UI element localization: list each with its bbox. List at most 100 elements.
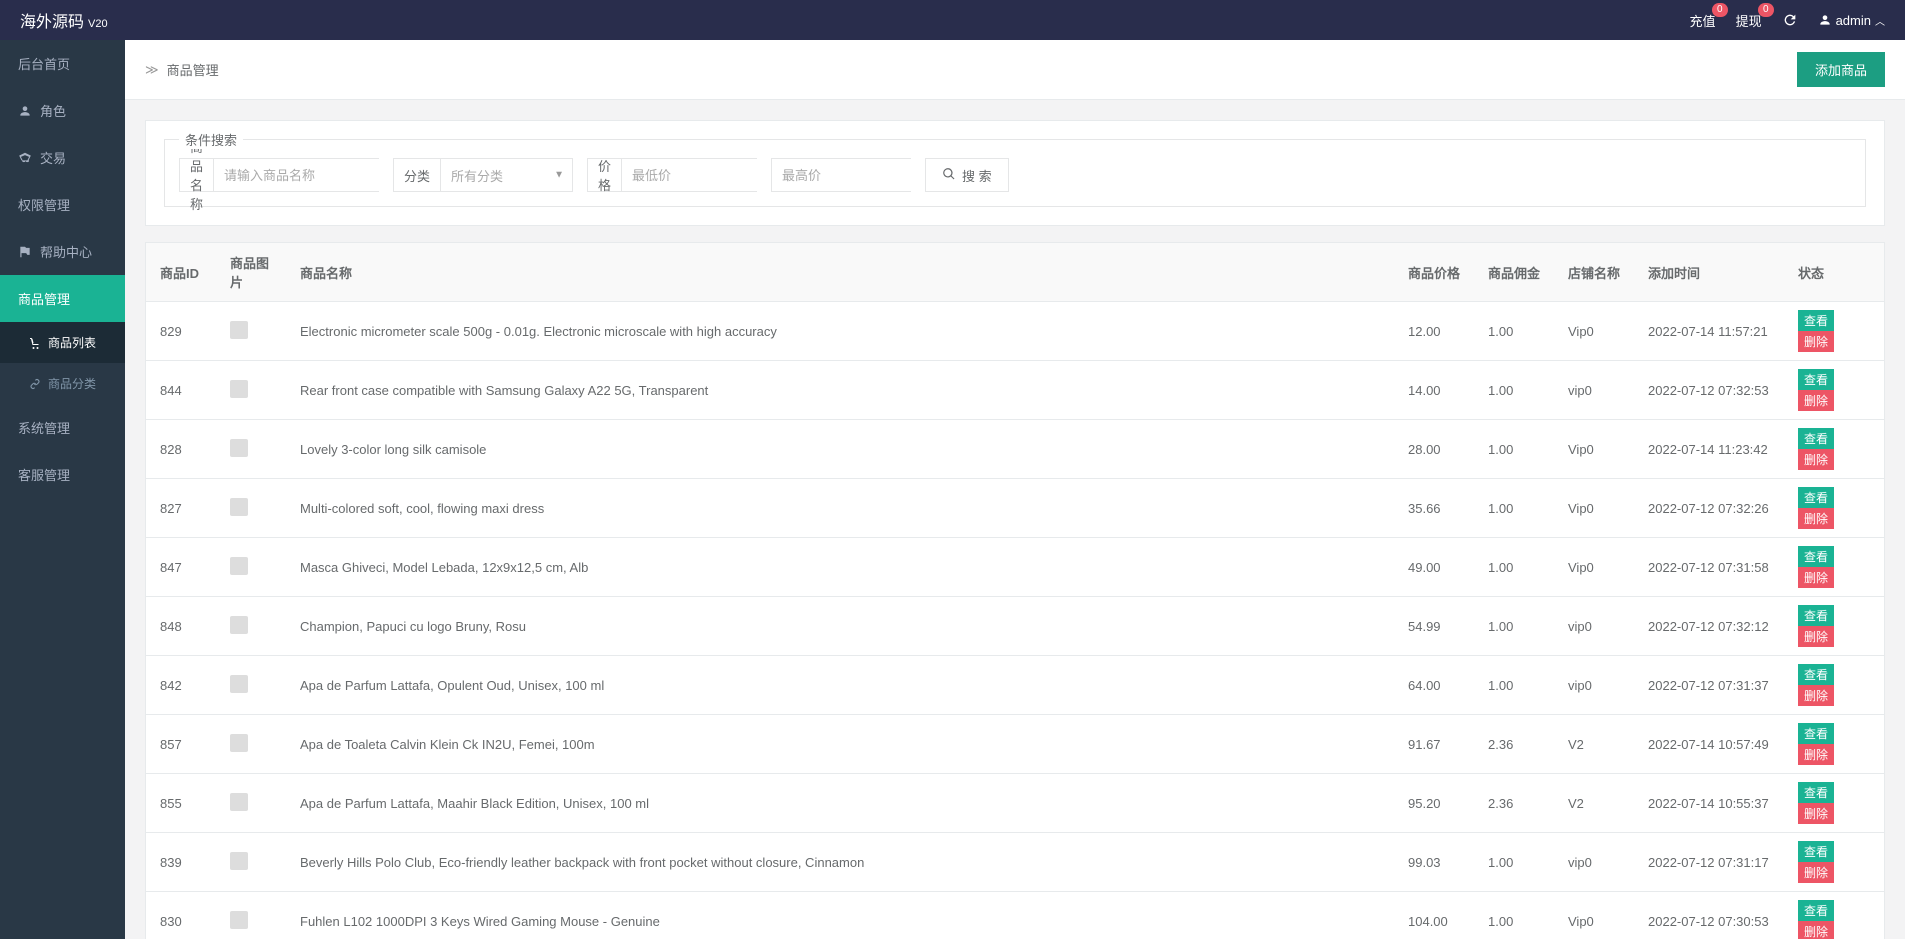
delete-button[interactable]: 删除 — [1798, 449, 1834, 470]
delete-button[interactable]: 删除 — [1798, 390, 1834, 411]
table-row: 848Champion, Papuci cu logo Bruny, Rosu5… — [146, 597, 1884, 656]
table-row: 842Apa de Parfum Lattafa, Opulent Oud, U… — [146, 656, 1884, 715]
sidebar-sub-product-cat[interactable]: 商品分类 — [0, 363, 125, 404]
cell-commission: 1.00 — [1474, 833, 1554, 892]
cell-shop: V2 — [1554, 774, 1634, 833]
recharge-badge: 0 — [1712, 3, 1728, 17]
th-status: 状态 — [1784, 243, 1884, 302]
cell-name: Apa de Toaleta Calvin Klein Ck IN2U, Fem… — [286, 715, 1394, 774]
sidebar-item-help[interactable]: 帮助中心 — [0, 228, 125, 275]
sidebar-sub-product-list[interactable]: 商品列表 — [0, 322, 125, 363]
product-thumb — [230, 439, 248, 457]
view-button[interactable]: 查看 — [1798, 605, 1834, 626]
cell-image — [216, 715, 286, 774]
chevron-up-icon: ︿ — [1875, 13, 1885, 28]
link-icon — [28, 377, 42, 391]
cell-shop: Vip0 — [1554, 302, 1634, 361]
main-content: ≫ 商品管理 添加商品 条件搜索 商品名称 分类 所有分类 — [125, 40, 1905, 939]
cell-commission: 1.00 — [1474, 538, 1554, 597]
th-price: 商品价格 — [1394, 243, 1474, 302]
sidebar-item-product[interactable]: 商品管理 — [0, 275, 125, 322]
cell-name: Champion, Papuci cu logo Bruny, Rosu — [286, 597, 1394, 656]
cell-addtime: 2022-07-14 10:57:49 — [1634, 715, 1784, 774]
cell-image — [216, 538, 286, 597]
product-table-panel: 商品ID 商品图片 商品名称 商品价格 商品佣金 店铺名称 添加时间 状态 82… — [145, 242, 1885, 939]
withdraw-link[interactable]: 提现 0 — [1736, 11, 1762, 30]
cell-shop: vip0 — [1554, 656, 1634, 715]
cell-id: 855 — [146, 774, 216, 833]
scale-icon — [18, 151, 32, 165]
cell-addtime: 2022-07-12 07:32:12 — [1634, 597, 1784, 656]
price-label: 价格 — [588, 159, 622, 191]
cell-addtime: 2022-07-14 11:23:42 — [1634, 420, 1784, 479]
cell-shop: V2 — [1554, 715, 1634, 774]
table-row: 847 Masca Ghiveci, Model Lebada, 12x9x12,… — [146, 538, 1884, 597]
user-name: admin — [1836, 13, 1871, 28]
delete-button[interactable]: 删除 — [1798, 744, 1834, 765]
view-button[interactable]: 查看 — [1798, 723, 1834, 744]
cell-commission: 1.00 — [1474, 597, 1554, 656]
view-button[interactable]: 查看 — [1798, 841, 1834, 862]
sidebar-item-system[interactable]: 系统管理 — [0, 404, 125, 451]
cell-image — [216, 656, 286, 715]
delete-button[interactable]: 删除 — [1798, 862, 1834, 883]
cell-id: 844 — [146, 361, 216, 420]
product-thumb — [230, 380, 248, 398]
cell-commission: 1.00 — [1474, 420, 1554, 479]
sidebar-item-permission[interactable]: 权限管理 — [0, 181, 125, 228]
brand-version: V20 — [88, 18, 108, 30]
cell-price: 28.00 — [1394, 420, 1474, 479]
view-button[interactable]: 查看 — [1798, 664, 1834, 685]
refresh-icon[interactable] — [1782, 12, 1798, 28]
product-thumb — [230, 321, 248, 339]
cell-price: 54.99 — [1394, 597, 1474, 656]
product-table: 商品ID 商品图片 商品名称 商品价格 商品佣金 店铺名称 添加时间 状态 82… — [146, 243, 1884, 939]
chevron-right-icon: ≫ — [145, 62, 159, 78]
sidebar-item-roles[interactable]: 角色 — [0, 87, 125, 134]
product-thumb — [230, 852, 248, 870]
cell-image — [216, 479, 286, 538]
delete-button[interactable]: 删除 — [1798, 626, 1834, 647]
product-cat-label: 商品分类 — [48, 375, 96, 392]
view-button[interactable]: 查看 — [1798, 428, 1834, 449]
sidebar-item-trade[interactable]: 交易 — [0, 134, 125, 181]
add-product-button[interactable]: 添加商品 — [1797, 52, 1885, 87]
delete-button[interactable]: 删除 — [1798, 921, 1834, 939]
cell-addtime: 2022-07-14 10:55:37 — [1634, 774, 1784, 833]
search-icon — [942, 167, 956, 184]
sidebar-item-customer[interactable]: 客服管理 — [0, 451, 125, 498]
fieldset-title: 条件搜索 — [179, 130, 243, 149]
view-button[interactable]: 查看 — [1798, 310, 1834, 331]
product-name-input[interactable] — [214, 159, 410, 191]
delete-button[interactable]: 删除 — [1798, 803, 1834, 824]
view-button[interactable]: 查看 — [1798, 546, 1834, 567]
th-commission: 商品佣金 — [1474, 243, 1554, 302]
cell-shop: vip0 — [1554, 833, 1634, 892]
table-row: 844Rear front case compatible with Samsu… — [146, 361, 1884, 420]
cell-name: Masca Ghiveci, Model Lebada, 12x9x12,5 c… — [286, 538, 1394, 597]
category-select[interactable]: 分类 所有分类 ▼ — [393, 158, 573, 192]
delete-button[interactable]: 删除 — [1798, 508, 1834, 529]
view-button[interactable]: 查看 — [1798, 487, 1834, 508]
cell-id: 847 — [146, 538, 216, 597]
search-btn-label: 搜 索 — [962, 166, 992, 185]
user-menu[interactable]: admin ︿ — [1818, 13, 1885, 28]
sidebar-item-dashboard[interactable]: 后台首页 — [0, 40, 125, 87]
cell-actions: 查看删除 — [1784, 302, 1884, 361]
view-button[interactable]: 查看 — [1798, 782, 1834, 803]
cell-commission: 1.00 — [1474, 302, 1554, 361]
recharge-link[interactable]: 充值 0 — [1690, 11, 1716, 30]
product-list-label: 商品列表 — [48, 334, 96, 351]
cell-image — [216, 361, 286, 420]
sidebar: 后台首页 角色 交易 权限管理 帮助中心 商品管理 — [0, 40, 125, 939]
view-button[interactable]: 查看 — [1798, 369, 1834, 390]
cell-image — [216, 420, 286, 479]
delete-button[interactable]: 删除 — [1798, 685, 1834, 706]
delete-button[interactable]: 删除 — [1798, 331, 1834, 352]
view-button[interactable]: 查看 — [1798, 900, 1834, 921]
delete-button[interactable]: 删除 — [1798, 567, 1834, 588]
cell-actions: 查看删除 — [1784, 420, 1884, 479]
cell-actions: 查看删除 — [1784, 833, 1884, 892]
cell-price: 95.20 — [1394, 774, 1474, 833]
search-button[interactable]: 搜 索 — [925, 158, 1009, 192]
